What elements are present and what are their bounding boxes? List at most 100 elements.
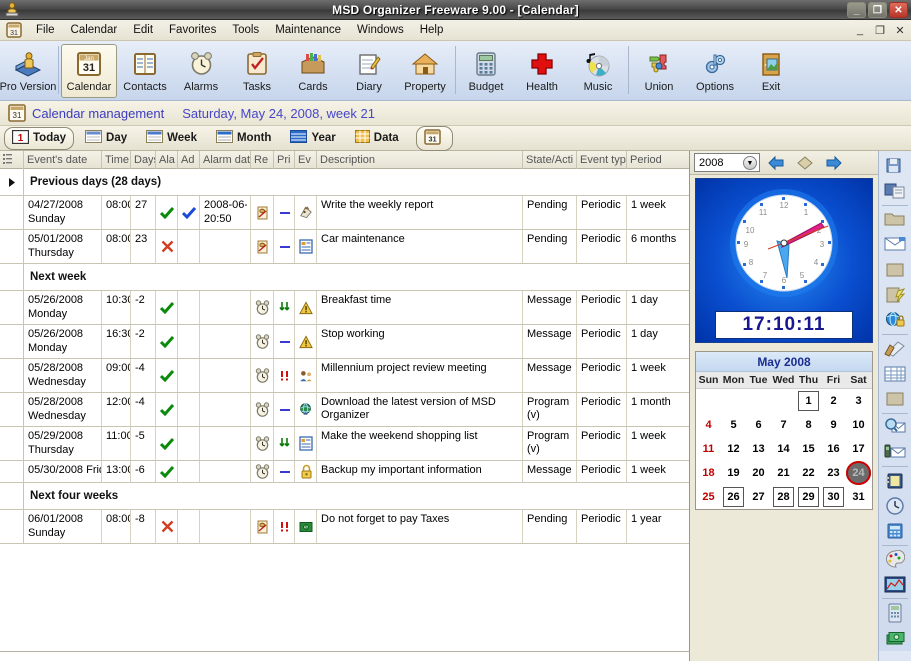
minimize-button[interactable]: _: [847, 2, 866, 18]
page-icon[interactable]: [881, 257, 909, 282]
tab-year[interactable]: Year: [282, 127, 343, 149]
grid-col-description[interactable]: Description: [317, 151, 523, 169]
menu-item-edit[interactable]: Edit: [125, 22, 161, 38]
grid-col-ev[interactable]: Ev: [295, 151, 317, 169]
calendar-day[interactable]: [746, 389, 771, 413]
save-copy-icon[interactable]: [881, 178, 909, 203]
mdi-close-button[interactable]: ✕: [893, 23, 907, 37]
table-row[interactable]: 05/26/2008 Monday 10:30 -2 Breakfast tim…: [0, 291, 689, 325]
menu-item-favorites[interactable]: Favorites: [161, 22, 224, 38]
year-select[interactable]: 2008 ▼: [694, 153, 760, 172]
toolbar-button-tasks[interactable]: Tasks: [229, 44, 285, 98]
calendar-day[interactable]: 11: [696, 437, 721, 461]
calendar-day[interactable]: 12: [721, 437, 746, 461]
tab-data[interactable]: Data: [347, 127, 407, 149]
address-book-icon[interactable]: [881, 468, 909, 493]
grid-col-alarm-date[interactable]: Alarm dat: [200, 151, 251, 169]
sign-pen-icon[interactable]: [881, 336, 909, 361]
grid-col-period[interactable]: Period: [627, 151, 683, 169]
table-row[interactable]: 05/28/2008 Wednesday 12:00 -4 Download t…: [0, 393, 689, 427]
toolbar-button-health[interactable]: Health: [514, 44, 570, 98]
previous-button[interactable]: [763, 153, 789, 173]
calendar-day[interactable]: 9: [821, 413, 846, 437]
maximize-button[interactable]: ❐: [868, 2, 887, 18]
palette-icon[interactable]: [881, 547, 909, 572]
toolbar-button-union[interactable]: Union: [631, 44, 687, 98]
calendar-day[interactable]: 28: [771, 485, 796, 509]
grid-col-marker[interactable]: [0, 151, 24, 169]
folders-icon[interactable]: [881, 207, 909, 232]
expand-arrow-icon[interactable]: [0, 169, 24, 195]
grid-col-event-date[interactable]: Event's date: [24, 151, 102, 169]
clock-icon[interactable]: [881, 493, 909, 518]
toolbar-button-cards[interactable]: Cards: [285, 44, 341, 98]
calendar-day[interactable]: 17: [846, 437, 871, 461]
calendar-day[interactable]: 27: [746, 485, 771, 509]
save-icon[interactable]: [881, 153, 909, 178]
calendar-day[interactable]: 16: [821, 437, 846, 461]
calendar-day[interactable]: 8: [796, 413, 821, 437]
mdi-restore-button[interactable]: ❐: [873, 23, 887, 37]
close-button[interactable]: ✕: [889, 2, 908, 18]
grid-col-ala[interactable]: Ala: [156, 151, 178, 169]
grid-col-days[interactable]: Days: [131, 151, 156, 169]
tab-today[interactable]: 1 Today: [4, 126, 75, 150]
menu-item-windows[interactable]: Windows: [349, 22, 412, 38]
toolbar-button-contacts[interactable]: Contacts: [117, 44, 173, 98]
chevron-down-icon[interactable]: ▼: [743, 156, 757, 170]
calendar-day[interactable]: 2: [821, 389, 846, 413]
table-grid-icon[interactable]: [881, 361, 909, 386]
calendar-day[interactable]: 15: [796, 437, 821, 461]
toolbar-button-options[interactable]: Options: [687, 44, 743, 98]
calendar-day[interactable]: 14: [771, 437, 796, 461]
calendar-day[interactable]: 29: [796, 485, 821, 509]
grid-col-time[interactable]: Time: [102, 151, 131, 169]
calendar-day[interactable]: 19: [721, 461, 746, 485]
calendar-day[interactable]: [721, 389, 746, 413]
table-row[interactable]: 05/30/2008 Friday 13:00 -6: [0, 461, 689, 483]
grid-col-ad[interactable]: Ad: [178, 151, 200, 169]
grid-col-pri[interactable]: Pri: [274, 151, 295, 169]
tab-month[interactable]: Month: [208, 127, 279, 149]
calendar-day[interactable]: 23: [821, 461, 846, 485]
table-row[interactable]: 05/01/2008 Thursday 08:00 23 Car mainten…: [0, 230, 689, 264]
calendar-day[interactable]: 30: [821, 485, 846, 509]
calendar-day[interactable]: 25: [696, 485, 721, 509]
envelope-icon[interactable]: [881, 232, 909, 257]
money-stack-icon[interactable]: [881, 626, 909, 651]
toolbar-button-budget[interactable]: Budget: [458, 44, 514, 98]
table-row[interactable]: 04/27/2008 Sunday 08:00 27 2008-06-1 20:…: [0, 196, 689, 230]
calendar-day[interactable]: 7: [771, 413, 796, 437]
mdi-minimize-button[interactable]: _: [853, 23, 867, 37]
next-button[interactable]: [821, 153, 847, 173]
toolbar-button-property[interactable]: Property: [397, 44, 453, 98]
phone-mail-icon[interactable]: [881, 440, 909, 465]
calendar-day[interactable]: 1: [796, 389, 821, 413]
calendar-day[interactable]: 21: [771, 461, 796, 485]
calendar-day[interactable]: 18: [696, 461, 721, 485]
calendar-day[interactable]: 20: [746, 461, 771, 485]
menu-item-maintenance[interactable]: Maintenance: [267, 22, 349, 38]
menu-item-tools[interactable]: Tools: [224, 22, 267, 38]
calendar-day[interactable]: [696, 389, 721, 413]
table-row[interactable]: 06/01/2008 Sunday 08:00 -8 $ Do not forg…: [0, 510, 689, 544]
menu-item-file[interactable]: File: [28, 22, 63, 38]
calendar-day[interactable]: 26: [721, 485, 746, 509]
calendar-day[interactable]: [771, 389, 796, 413]
grid-col-state[interactable]: State/Acti: [523, 151, 577, 169]
table-row[interactable]: 05/28/2008 Wednesday 09:00 -4 Millennium…: [0, 359, 689, 393]
toolbar-button-exit[interactable]: Exit: [743, 44, 799, 98]
globe-lock-icon[interactable]: [881, 308, 909, 333]
mdi-system-icon[interactable]: 31: [6, 22, 22, 38]
table-row[interactable]: 05/29/2008 Thursday 11:00 -5 Make the we…: [0, 427, 689, 461]
calendar-day[interactable]: 13: [746, 437, 771, 461]
calendar-day[interactable]: 5: [721, 413, 746, 437]
calendar-day[interactable]: 10: [846, 413, 871, 437]
calendar-day[interactable]: 4: [696, 413, 721, 437]
toolbar-button-calendar[interactable]: Jan 31 Calendar: [61, 44, 117, 98]
calendar-day[interactable]: 31: [846, 485, 871, 509]
calculator-small-icon[interactable]: [881, 519, 909, 544]
blank-page-icon[interactable]: [881, 386, 909, 411]
menu-item-calendar[interactable]: Calendar: [63, 22, 126, 38]
chart-image-icon[interactable]: [881, 572, 909, 597]
